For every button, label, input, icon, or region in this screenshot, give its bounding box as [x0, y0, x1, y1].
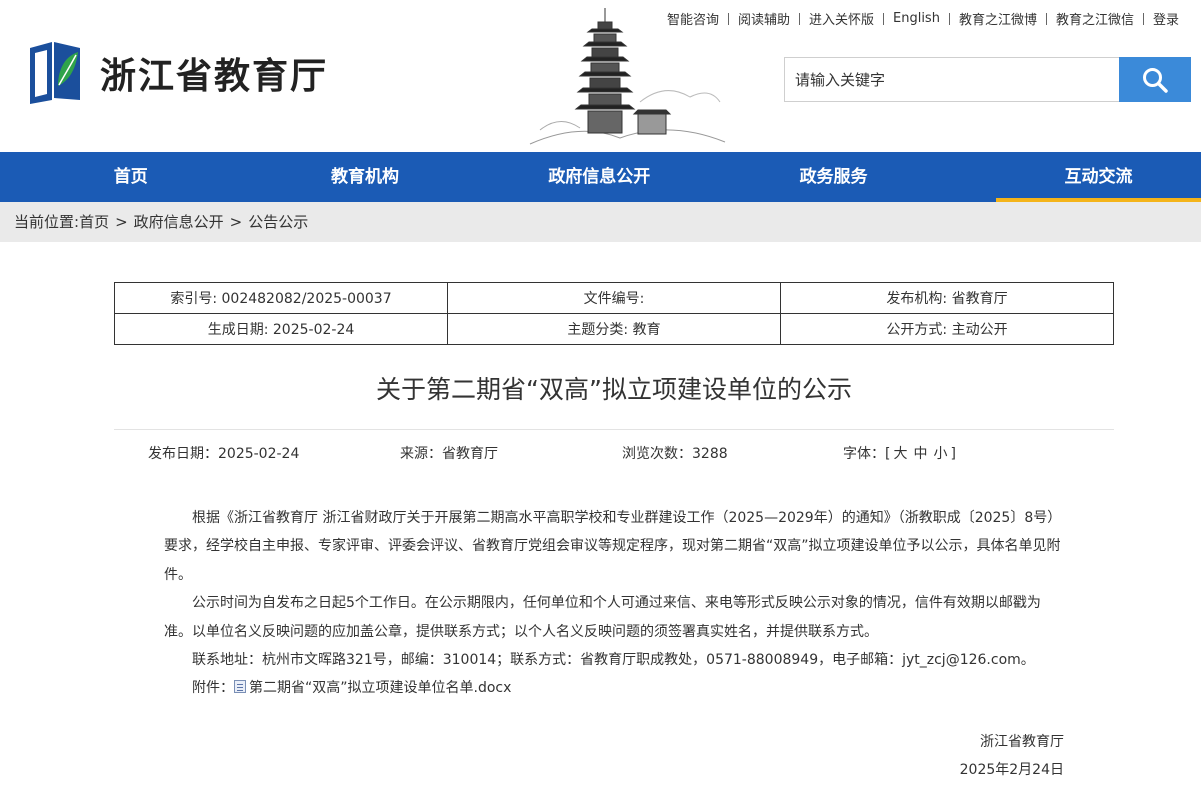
search-icon	[1143, 67, 1168, 93]
breadcrumb-separator: >	[229, 213, 243, 231]
top-link-english[interactable]: English	[893, 11, 940, 26]
divider	[1142, 12, 1144, 25]
document-meta-table: 索引号: 002482082/2025-00037 文件编号: 发布机构: 省教…	[114, 282, 1114, 345]
breadcrumb-prefix: 当前位置:	[14, 213, 80, 231]
font-size-switcher: 字体：[大中小]	[843, 443, 956, 463]
breadcrumb-announcements[interactable]: 公告公示	[248, 213, 308, 231]
signature-org: 浙江省教育厅	[980, 734, 1064, 750]
search-input[interactable]	[784, 57, 1119, 102]
attachment-line: 附件： 第二期省“双高”拟立项建设单位名单.docx	[164, 674, 1066, 702]
publish-date: 发布日期：2025-02-24	[148, 446, 300, 462]
nav-item-gov-info[interactable]: 政府信息公开	[469, 152, 731, 202]
word-document-icon	[234, 680, 246, 694]
divider	[798, 12, 800, 25]
font-size-close-bracket: ]	[950, 446, 956, 462]
top-link-login[interactable]: 登录	[1153, 9, 1179, 28]
font-size-medium-button[interactable]: 中	[913, 446, 927, 462]
top-links-bar: 智能咨询 阅读辅助 进入关怀版 English 教育之江微博 教育之江微信 登录	[667, 9, 1179, 28]
attachment-link[interactable]: 第二期省“双高”拟立项建设单位名单.docx	[249, 680, 511, 696]
nav-item-home[interactable]: 首页	[0, 152, 262, 202]
attachment-label: 附件：	[192, 680, 234, 697]
article-paragraph: 根据《浙江省教育厅 浙江省财政厅关于开展第二期高水平高职学校和专业群建设工作（2…	[164, 510, 1062, 583]
main-nav: 首页 教育机构 政府信息公开 政务服务 互动交流	[0, 152, 1201, 202]
font-size-label: 字体：[	[843, 446, 891, 462]
divider	[1045, 12, 1047, 25]
site-title: 浙江省教育厅	[100, 55, 329, 97]
table-row: 生成日期: 2025-02-24 主题分类: 教育 公开方式: 主动公开	[114, 313, 1114, 345]
top-link-wechat[interactable]: 教育之江微信	[1056, 9, 1134, 28]
breadcrumb-home[interactable]: 首页	[79, 213, 109, 231]
site-logo[interactable]: 浙江省教育厅	[26, 40, 328, 106]
article-title: 关于第二期省“双高”拟立项建设单位的公示	[376, 375, 852, 404]
font-size-large-button[interactable]: 大	[893, 446, 907, 462]
zhejiang-education-logo-icon	[30, 42, 80, 104]
meta-disclosure: 公开方式: 主动公开	[780, 313, 1114, 345]
search-button[interactable]	[1119, 57, 1191, 102]
nav-item-services[interactable]: 政务服务	[730, 152, 937, 202]
article-paragraph: 公示时间为自发布之日起5个工作日。在公示期限内，任何单位和个人可通过来信、来电等…	[164, 595, 1041, 640]
article-body: 根据《浙江省教育厅 浙江省财政厅关于开展第二期高水平高职学校和专业群建设工作（2…	[164, 504, 1066, 703]
meta-publisher: 发布机构: 省教育厅	[780, 282, 1114, 314]
meta-index-no: 索引号: 002482082/2025-00037	[114, 282, 448, 314]
meta-category: 主题分类: 教育	[447, 313, 781, 345]
divider	[114, 429, 1114, 430]
top-link-reading-aid[interactable]: 阅读辅助	[738, 9, 790, 28]
top-link-care-mode[interactable]: 进入关怀版	[809, 9, 874, 28]
search-bar	[784, 57, 1191, 102]
breadcrumb: 当前位置:首页 > 政府信息公开 > 公告公示	[0, 202, 1201, 242]
article-paragraph: 联系地址：杭州市文晖路321号，邮编：310014；联系方式：省教育厅职成教处，…	[192, 652, 1035, 669]
signature-date: 2025年2月24日	[959, 762, 1064, 778]
top-link-weibo[interactable]: 教育之江微博	[959, 9, 1037, 28]
table-row: 索引号: 002482082/2025-00037 文件编号: 发布机构: 省教…	[114, 282, 1114, 314]
breadcrumb-separator: >	[115, 213, 128, 231]
divider	[883, 12, 884, 25]
nav-item-institutions[interactable]: 教育机构	[262, 152, 469, 202]
nav-item-interaction[interactable]: 互动交流	[996, 152, 1201, 202]
meta-created-date: 生成日期: 2025-02-24	[114, 313, 448, 345]
article-source: 来源：省教育厅	[400, 446, 498, 462]
site-header: 智能咨询 阅读辅助 进入关怀版 English 教育之江微博 教育之江微信 登录…	[0, 0, 1201, 152]
view-count: 浏览次数：3288	[622, 446, 728, 462]
pagoda-illustration-icon	[529, 8, 726, 145]
font-size-small-button[interactable]: 小	[933, 446, 947, 462]
meta-doc-no: 文件编号:	[447, 282, 781, 314]
breadcrumb-gov-info[interactable]: 政府信息公开	[134, 213, 224, 231]
divider	[948, 12, 950, 25]
signature-block: 浙江省教育厅 2025年2月24日	[960, 728, 1064, 784]
